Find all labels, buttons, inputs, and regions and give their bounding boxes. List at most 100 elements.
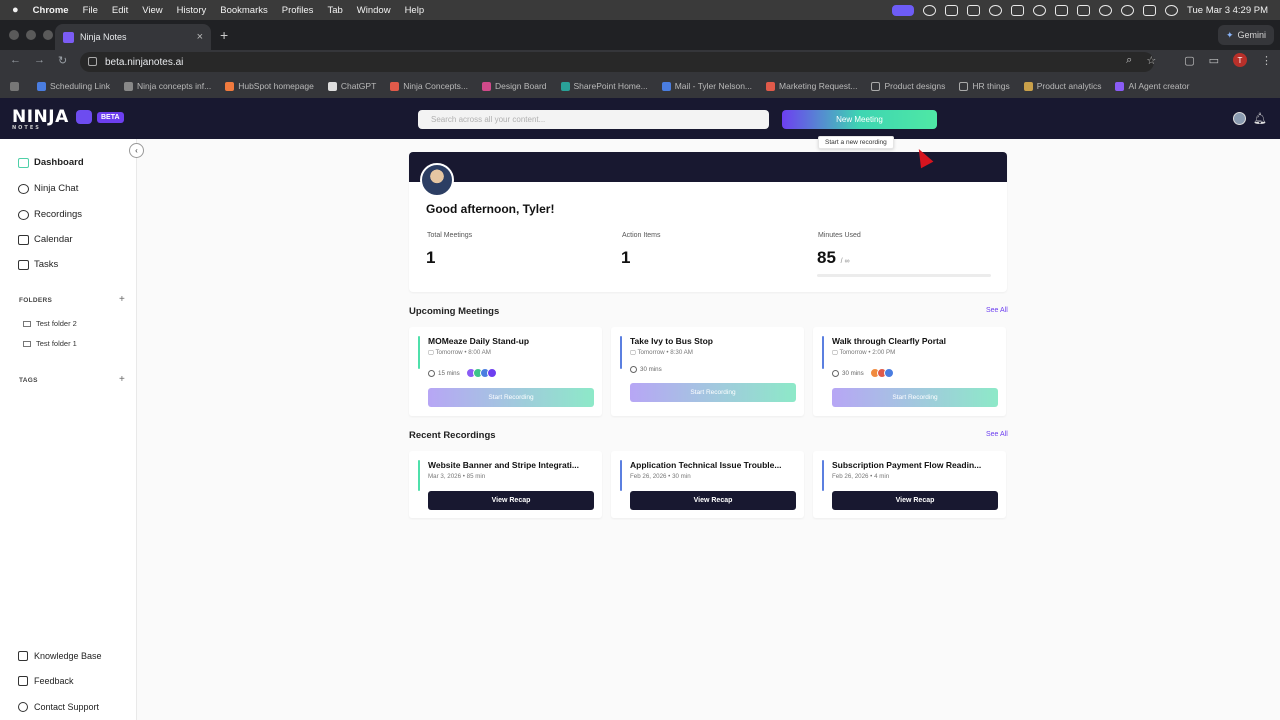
close-window-icon[interactable] (9, 30, 19, 40)
see-all-recent-link[interactable]: See All (986, 431, 1008, 438)
camera-icon[interactable] (945, 4, 959, 16)
bookmark-item[interactable]: SharePoint Home... (560, 81, 648, 91)
tools-icon[interactable] (1055, 4, 1069, 16)
date-time[interactable]: Tue Mar 3 4:29 PM (1187, 5, 1268, 16)
recent-recording-card[interactable]: Subscription Payment Flow Readin... Feb … (813, 451, 1006, 518)
sidebar-item-contact-support[interactable]: Contact Support (18, 702, 99, 712)
bookmark-item[interactable]: AI Agent creator (1115, 81, 1189, 91)
menu-profiles[interactable]: Profiles (282, 5, 314, 16)
minutes-progress-bar (817, 274, 991, 277)
folder-item[interactable]: Test folder 1 (23, 339, 77, 348)
site-info-icon[interactable] (88, 57, 97, 66)
start-recording-button[interactable]: Start Recording (630, 383, 796, 402)
folder-item[interactable]: Test folder 2 (23, 319, 77, 328)
menu-bookmarks[interactable]: Bookmarks (220, 5, 268, 16)
bell-icon[interactable]: 🔔︎ (1253, 112, 1267, 125)
apps-grid-icon[interactable] (10, 81, 23, 91)
forward-arrow-icon[interactable]: → (34, 54, 45, 66)
new-tab-button[interactable]: + (220, 27, 228, 43)
wifi-icon[interactable] (1099, 4, 1113, 16)
welcome-card: Good afternoon, Tyler! Total Meetings 1 … (409, 152, 1007, 292)
view-recap-button[interactable]: View Recap (832, 491, 998, 510)
tab-ninja-notes[interactable]: Ninja Notes × (55, 24, 211, 50)
chrome-menu-icon[interactable]: ⋮ (1261, 54, 1272, 67)
recording-title: Application Technical Issue Trouble... (630, 460, 782, 470)
recent-recordings-title: Recent Recordings (409, 430, 496, 441)
address-bar[interactable]: beta.ninjanotes.ai (80, 52, 1154, 72)
bookmark-item[interactable]: HubSpot homepage (225, 81, 314, 91)
ninja-notes-logo[interactable]: NINJA NOTES (12, 107, 69, 131)
minimize-window-icon[interactable] (26, 30, 36, 40)
search-input[interactable] (418, 110, 769, 129)
attendee-avatars (465, 368, 497, 378)
view-recap-button[interactable]: View Recap (630, 491, 796, 510)
sidebar-item-recordings[interactable]: Recordings (18, 209, 82, 220)
upcoming-meeting-card[interactable]: MOMeaze Daily Stand-up ▢ Tomorrow • 8:00… (409, 327, 602, 416)
upcoming-meeting-card[interactable]: Walk through Clearfly Portal ▢ Tomorrow … (813, 327, 1006, 416)
menu-window[interactable]: Window (357, 5, 391, 16)
apple-icon[interactable]: ● (12, 4, 19, 16)
sidebar-item-dashboard[interactable]: Dashboard (18, 157, 84, 168)
menu-file[interactable]: File (83, 5, 98, 16)
menu-chrome[interactable]: Chrome (33, 5, 69, 16)
recording-title: Website Banner and Stripe Integrati... (428, 460, 579, 470)
bookmark-item[interactable]: Ninja concepts inf... (124, 81, 211, 91)
stat-value-total-meetings: 1 (426, 248, 436, 267)
play-icon[interactable] (1033, 4, 1047, 16)
start-recording-button[interactable]: Start Recording (832, 388, 998, 407)
upcoming-meeting-card[interactable]: Take Ivy to Bus Stop ▢ Tomorrow • 8:30 A… (611, 327, 804, 416)
view-recap-button[interactable]: View Recap (428, 491, 594, 510)
sidebar-item-calendar[interactable]: Calendar (18, 234, 73, 245)
menu-tab[interactable]: Tab (327, 5, 342, 16)
status-icon[interactable] (923, 4, 937, 16)
menu-help[interactable]: Help (405, 5, 425, 16)
search-icon[interactable] (1121, 4, 1135, 16)
profile-avatar[interactable]: T (1233, 53, 1247, 67)
bookmark-star-icon[interactable]: ☆ (1146, 54, 1156, 67)
siri-icon[interactable] (1165, 4, 1179, 16)
maximize-window-icon[interactable] (43, 30, 53, 40)
zoom-icon[interactable]: ⌕ (1126, 54, 1132, 67)
meeting-title: Take Ivy to Bus Stop (630, 336, 713, 346)
bookmark-item[interactable]: Ninja Concepts... (390, 81, 468, 91)
user-avatar[interactable] (1233, 112, 1246, 125)
bookmark-folder[interactable]: HR things (959, 81, 1010, 91)
close-tab-icon[interactable]: × (197, 31, 203, 43)
control-center-icon[interactable] (1143, 4, 1157, 16)
extension-icon[interactable] (967, 4, 981, 16)
cloud-icon[interactable] (1011, 4, 1025, 16)
folders-title: FOLDERS (19, 297, 53, 304)
bookmark-item[interactable]: Design Board (482, 81, 547, 91)
bookmark-item[interactable]: ChatGPT (327, 81, 376, 91)
gemini-button[interactable]: ✦ Gemini (1217, 25, 1274, 45)
back-arrow-icon[interactable]: ← (10, 54, 21, 66)
recent-recording-card[interactable]: Application Technical Issue Trouble... F… (611, 451, 804, 518)
sidebar-item-ninja-chat[interactable]: Ninja Chat (18, 183, 78, 194)
bookmark-folder[interactable]: Product designs (871, 81, 945, 91)
recent-recording-card[interactable]: Website Banner and Stripe Integrati... M… (409, 451, 602, 518)
menu-edit[interactable]: Edit (112, 5, 128, 16)
battery-icon[interactable] (1077, 4, 1091, 16)
see-all-upcoming-link[interactable]: See All (986, 307, 1008, 314)
sync-icon[interactable] (989, 4, 1003, 16)
bookmark-item[interactable]: Scheduling Link (37, 81, 110, 91)
add-tag-icon[interactable]: + (119, 374, 125, 385)
new-meeting-button[interactable]: New Meeting (782, 110, 937, 129)
menu-view[interactable]: View (142, 5, 162, 16)
sidebar-item-tasks[interactable]: Tasks (18, 259, 58, 270)
reload-icon[interactable]: ↻ (58, 54, 67, 67)
add-folder-icon[interactable]: + (119, 294, 125, 305)
sidebar-item-knowledge-base[interactable]: Knowledge Base (18, 651, 102, 661)
sidebar-item-feedback[interactable]: Feedback (18, 676, 74, 686)
extensions-icon[interactable]: ▢ (1184, 54, 1194, 67)
menu-history[interactable]: History (177, 5, 207, 16)
bookmark-item[interactable]: Marketing Request... (766, 81, 857, 91)
start-recording-button[interactable]: Start Recording (428, 388, 594, 407)
stat-value-minutes-used: 85 (817, 248, 836, 267)
bookmark-item[interactable]: Product analytics (1023, 81, 1101, 91)
window-controls (9, 30, 53, 40)
side-panel-icon[interactable]: ▭ (1209, 54, 1219, 67)
bookmark-item[interactable]: Mail - Tyler Nelson... (661, 81, 752, 91)
screen-record-icon[interactable] (892, 4, 915, 16)
collapse-sidebar-button[interactable]: ‹ (129, 143, 144, 158)
